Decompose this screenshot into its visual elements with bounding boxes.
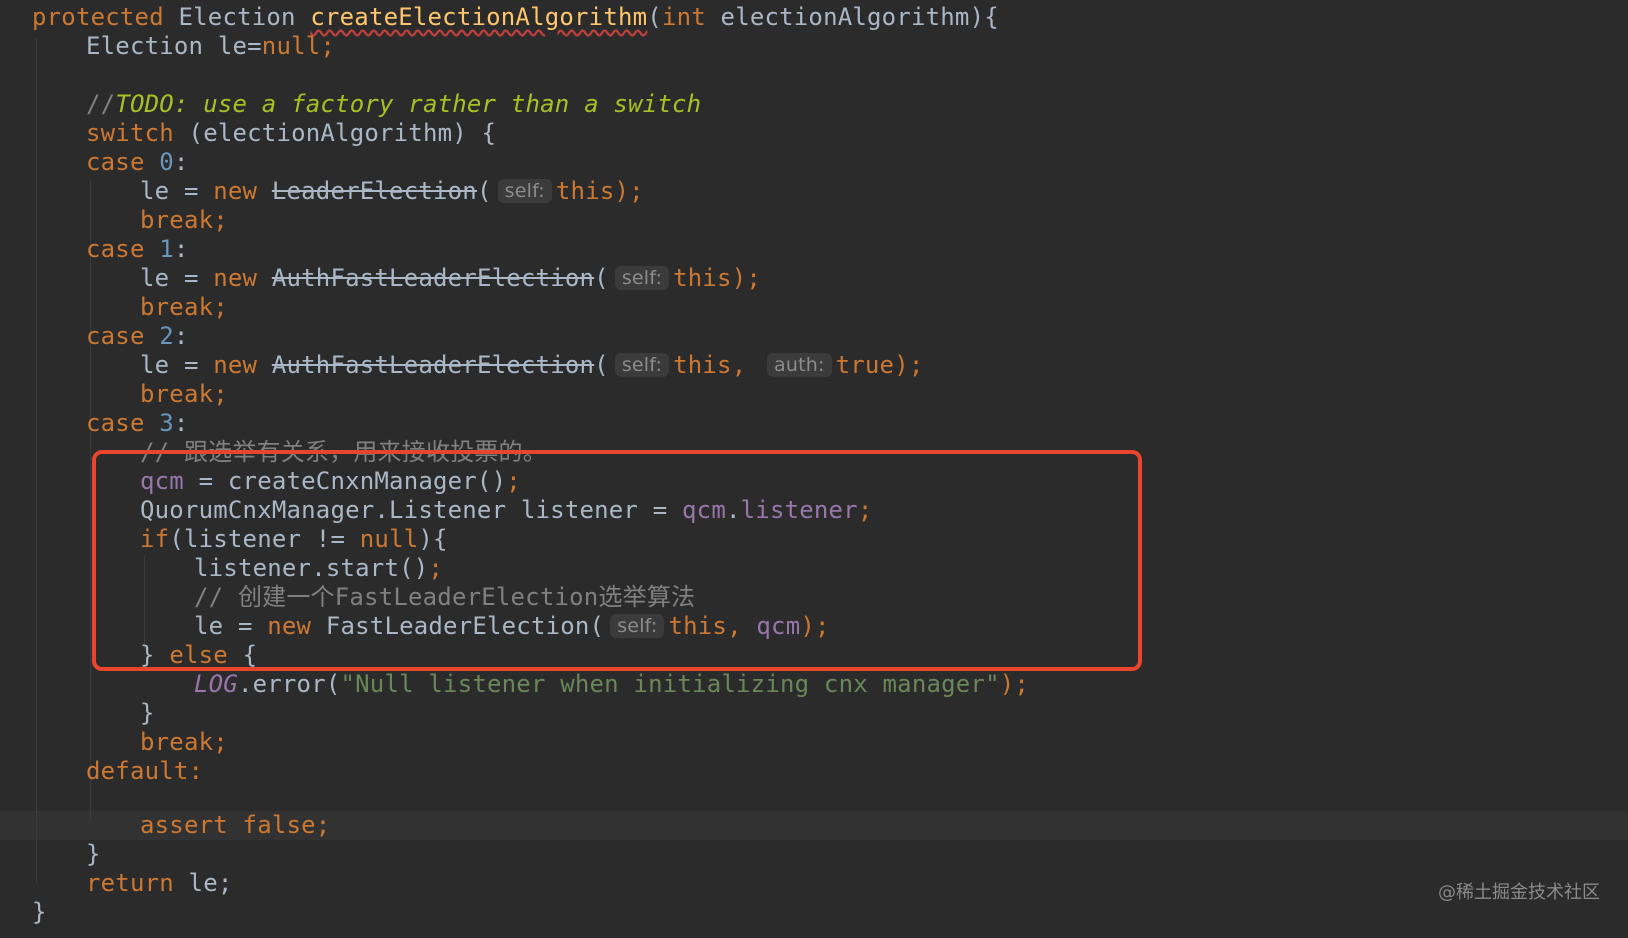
code-line-10[interactable]: le = new AuthFastLeaderElection(self: thi…: [140, 264, 761, 293]
param-hint: self:: [497, 179, 552, 203]
code-line-8[interactable]: break;: [140, 206, 228, 235]
param-hint: auth:: [767, 353, 832, 377]
code-line-25[interactable]: }: [140, 699, 155, 728]
param-hint: self:: [614, 266, 670, 290]
code-line-13[interactable]: le = new AuthFastLeaderElection(self: thi…: [140, 351, 924, 380]
code-line-14[interactable]: break;: [140, 380, 228, 409]
indent-guide: [36, 38, 37, 883]
watermark: @稀土掘金技术社区: [1438, 882, 1600, 903]
code-line-31[interactable]: }: [32, 898, 47, 927]
code-line-29[interactable]: }: [86, 840, 101, 869]
code-editor[interactable]: protected Election createElectionAlgorit…: [0, 0, 1628, 938]
code-line-24[interactable]: LOG.error("Null listener when initializi…: [194, 670, 1029, 699]
indent-guide: [90, 180, 91, 820]
code-line-case-2[interactable]: case 2:: [86, 322, 189, 351]
code-line-1[interactable]: protected Election createElectionAlgorit…: [32, 3, 999, 32]
param-hint: self:: [614, 353, 670, 377]
code-line-2[interactable]: Election le=null;: [86, 32, 335, 61]
code-line-26[interactable]: break;: [140, 728, 228, 757]
code-line-return[interactable]: return le;: [86, 869, 233, 898]
code-line-default[interactable]: default:: [86, 757, 203, 786]
code-line-7[interactable]: le = new LeaderElection(self: this);: [140, 177, 644, 206]
code-line-11[interactable]: break;: [140, 293, 228, 322]
code-line-case-3[interactable]: case 3:: [86, 409, 189, 438]
highlight-box: [92, 450, 1142, 671]
code-line-28[interactable]: assert false;: [140, 811, 330, 840]
code-line-case-1[interactable]: case 1:: [86, 235, 189, 264]
code-line-case-0[interactable]: case 0:: [86, 148, 189, 177]
code-line-todo[interactable]: //TODO: use a factory rather than a swit…: [86, 90, 701, 119]
code-line-switch[interactable]: switch (electionAlgorithm) {: [86, 119, 496, 148]
